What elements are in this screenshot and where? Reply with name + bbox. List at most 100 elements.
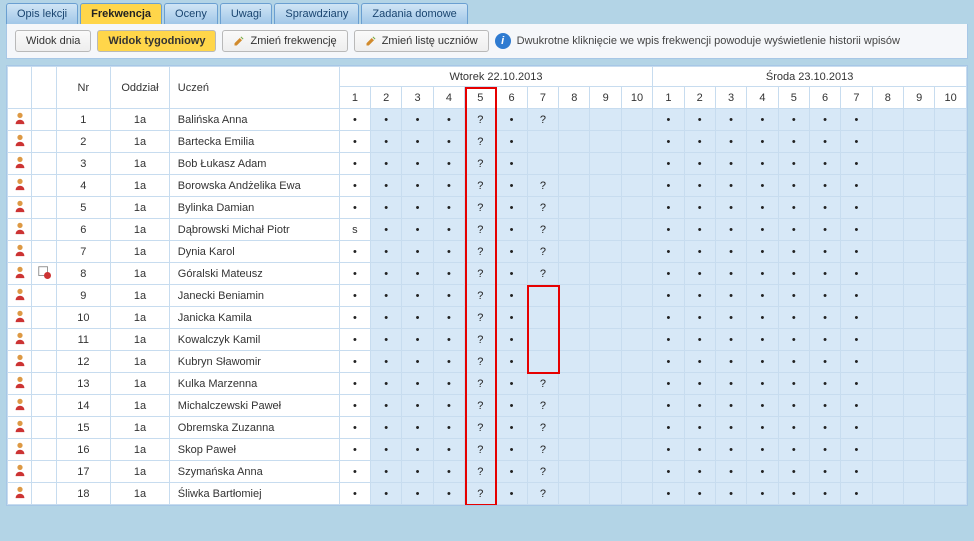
attendance-cell[interactable] <box>433 241 464 263</box>
attendance-cell[interactable] <box>684 175 715 197</box>
attendance-cell[interactable] <box>339 109 370 131</box>
attendance-cell[interactable] <box>402 373 433 395</box>
attendance-cell[interactable] <box>559 109 590 131</box>
attendance-cell[interactable] <box>684 395 715 417</box>
attendance-cell[interactable] <box>527 285 558 307</box>
attendance-cell[interactable] <box>371 219 402 241</box>
attendance-cell[interactable] <box>684 197 715 219</box>
attendance-cell[interactable]: ? <box>465 483 496 505</box>
attendance-cell[interactable] <box>653 417 684 439</box>
attendance-cell[interactable] <box>402 439 433 461</box>
attendance-cell[interactable] <box>715 285 746 307</box>
attendance-cell[interactable] <box>903 131 934 153</box>
attendance-cell[interactable] <box>339 153 370 175</box>
attendance-cell[interactable] <box>747 263 778 285</box>
period-header[interactable]: 4 <box>747 87 778 109</box>
attendance-cell[interactable]: ? <box>465 285 496 307</box>
attendance-cell[interactable] <box>621 153 652 175</box>
table-row[interactable]: 21aBartecka Emilia? <box>8 131 967 153</box>
attendance-cell[interactable] <box>590 329 621 351</box>
attendance-cell[interactable] <box>935 109 967 131</box>
col-nr-header[interactable]: Nr <box>56 67 111 109</box>
tab-opis-lekcji[interactable]: Opis lekcji <box>6 3 78 24</box>
attendance-cell[interactable]: ? <box>527 197 558 219</box>
attendance-cell[interactable] <box>715 153 746 175</box>
widok-dnia-button[interactable]: Widok dnia <box>15 30 91 52</box>
attendance-cell[interactable] <box>339 483 370 505</box>
attendance-cell[interactable] <box>559 197 590 219</box>
attendance-cell[interactable] <box>402 153 433 175</box>
attendance-cell[interactable] <box>778 153 809 175</box>
attendance-cell[interactable]: ? <box>465 461 496 483</box>
attendance-cell[interactable] <box>715 329 746 351</box>
attendance-cell[interactable] <box>653 483 684 505</box>
attendance-cell[interactable]: ? <box>527 483 558 505</box>
attendance-cell[interactable] <box>872 329 903 351</box>
period-header[interactable]: 9 <box>590 87 621 109</box>
attendance-cell[interactable] <box>402 329 433 351</box>
attendance-cell[interactable] <box>559 395 590 417</box>
attendance-cell[interactable] <box>371 153 402 175</box>
attendance-cell[interactable] <box>527 307 558 329</box>
attendance-cell[interactable] <box>496 175 527 197</box>
tab-frekwencja[interactable]: Frekwencja <box>80 3 162 24</box>
attendance-cell[interactable] <box>402 219 433 241</box>
attendance-cell[interactable] <box>496 219 527 241</box>
attendance-cell[interactable] <box>841 373 872 395</box>
attendance-cell[interactable] <box>684 131 715 153</box>
attendance-cell[interactable] <box>590 351 621 373</box>
attendance-cell[interactable]: ? <box>527 241 558 263</box>
attendance-cell[interactable] <box>433 175 464 197</box>
attendance-cell[interactable] <box>841 131 872 153</box>
attendance-cell[interactable] <box>684 307 715 329</box>
attendance-cell[interactable] <box>621 219 652 241</box>
period-header[interactable]: 5 <box>465 87 496 109</box>
attendance-cell[interactable]: ? <box>527 417 558 439</box>
attendance-cell[interactable]: ? <box>465 439 496 461</box>
attendance-cell[interactable] <box>590 417 621 439</box>
attendance-cell[interactable] <box>809 439 840 461</box>
attendance-cell[interactable] <box>339 329 370 351</box>
period-header[interactable]: 10 <box>621 87 652 109</box>
attendance-cell[interactable] <box>841 461 872 483</box>
attendance-cell[interactable] <box>872 439 903 461</box>
attendance-cell[interactable] <box>715 439 746 461</box>
attendance-cell[interactable] <box>841 417 872 439</box>
attendance-cell[interactable] <box>433 197 464 219</box>
attendance-cell[interactable] <box>809 241 840 263</box>
attendance-cell[interactable] <box>872 109 903 131</box>
attendance-cell[interactable] <box>339 395 370 417</box>
table-row[interactable]: 171aSzymańska Anna?? <box>8 461 967 483</box>
period-header[interactable]: 3 <box>402 87 433 109</box>
tab-sprawdziany[interactable]: Sprawdziany <box>274 3 359 24</box>
period-header[interactable]: 8 <box>872 87 903 109</box>
attendance-cell[interactable] <box>371 263 402 285</box>
attendance-cell[interactable] <box>339 263 370 285</box>
col-oddzial-header[interactable]: Oddział <box>111 67 170 109</box>
attendance-cell[interactable] <box>402 417 433 439</box>
attendance-cell[interactable]: ? <box>465 175 496 197</box>
attendance-cell[interactable] <box>809 461 840 483</box>
attendance-cell[interactable] <box>809 351 840 373</box>
attendance-cell[interactable] <box>371 109 402 131</box>
attendance-cell[interactable] <box>715 175 746 197</box>
attendance-cell[interactable] <box>778 109 809 131</box>
attendance-cell[interactable] <box>371 439 402 461</box>
attendance-cell[interactable] <box>653 263 684 285</box>
attendance-cell[interactable] <box>621 197 652 219</box>
attendance-cell[interactable] <box>809 153 840 175</box>
attendance-cell[interactable] <box>496 373 527 395</box>
attendance-cell[interactable] <box>903 329 934 351</box>
attendance-cell[interactable] <box>935 153 967 175</box>
attendance-cell[interactable] <box>371 241 402 263</box>
attendance-cell[interactable] <box>841 439 872 461</box>
attendance-cell[interactable] <box>559 307 590 329</box>
attendance-cell[interactable] <box>590 263 621 285</box>
attendance-cell[interactable] <box>747 483 778 505</box>
attendance-cell[interactable] <box>590 219 621 241</box>
attendance-cell[interactable] <box>747 109 778 131</box>
table-row[interactable]: 61aDąbrowski Michał Piotrs?? <box>8 219 967 241</box>
attendance-cell[interactable] <box>747 307 778 329</box>
attendance-cell[interactable] <box>433 329 464 351</box>
attendance-cell[interactable] <box>809 417 840 439</box>
